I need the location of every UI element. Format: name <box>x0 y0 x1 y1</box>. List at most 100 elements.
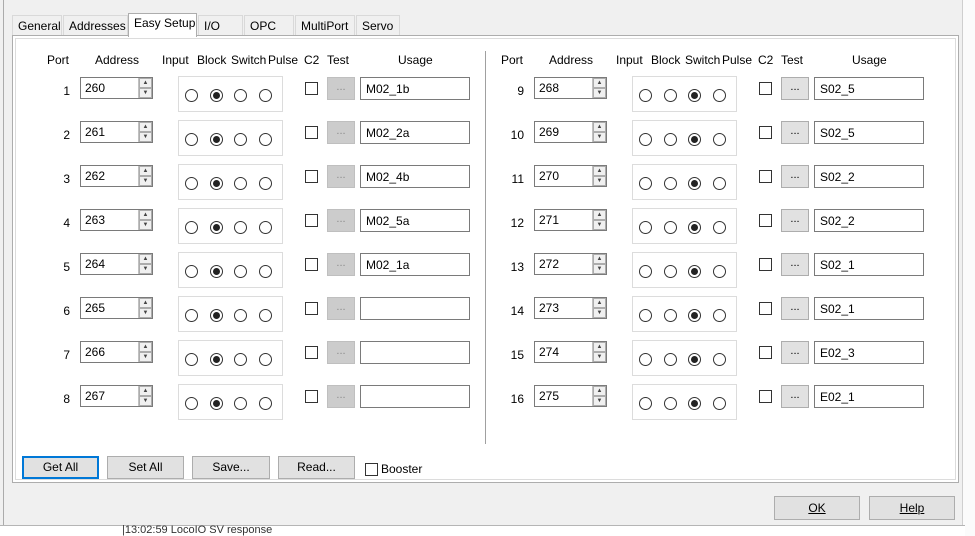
spin-down-icon[interactable]: ▼ <box>139 88 152 98</box>
radio-switch[interactable] <box>688 221 701 234</box>
tab-io[interactable]: I/O <box>198 15 243 36</box>
radio-input[interactable] <box>639 177 652 190</box>
radio-switch[interactable] <box>234 353 247 366</box>
test-button[interactable]: ... <box>327 209 355 232</box>
address-spinner[interactable]: 273 ▲ ▼ <box>534 297 607 319</box>
test-button[interactable]: ... <box>327 341 355 364</box>
radio-pulse[interactable] <box>713 397 726 410</box>
spin-up-icon[interactable]: ▲ <box>593 254 606 264</box>
address-spinner[interactable]: 264 ▲ ▼ <box>80 253 153 275</box>
spin-up-icon[interactable]: ▲ <box>139 386 152 396</box>
spin-up-icon[interactable]: ▲ <box>593 210 606 220</box>
radio-block[interactable] <box>664 397 677 410</box>
usage-field[interactable]: S02_5 <box>814 77 924 100</box>
tab-servo[interactable]: Servo <box>356 15 400 36</box>
address-spinner[interactable]: 274 ▲ ▼ <box>534 341 607 363</box>
usage-field[interactable]: S02_1 <box>814 253 924 276</box>
radio-switch[interactable] <box>688 89 701 102</box>
radio-switch[interactable] <box>688 177 701 190</box>
address-spinner[interactable]: 263 ▲ ▼ <box>80 209 153 231</box>
radio-switch[interactable] <box>234 133 247 146</box>
tab-addresses[interactable]: Addresses <box>63 15 128 36</box>
radio-input[interactable] <box>639 265 652 278</box>
c2-checkbox[interactable] <box>305 302 318 315</box>
spin-up-icon[interactable]: ▲ <box>139 254 152 264</box>
c2-checkbox[interactable] <box>305 214 318 227</box>
usage-field[interactable]: E02_3 <box>814 341 924 364</box>
address-spinner[interactable]: 265 ▲ ▼ <box>80 297 153 319</box>
usage-field[interactable]: S02_1 <box>814 297 924 320</box>
spin-down-icon[interactable]: ▼ <box>593 308 606 318</box>
spin-up-icon[interactable]: ▲ <box>139 166 152 176</box>
radio-input[interactable] <box>639 221 652 234</box>
tab-opc[interactable]: OPC <box>244 15 294 36</box>
spin-down-icon[interactable]: ▼ <box>139 176 152 186</box>
get-all-button[interactable]: Get All <box>22 456 99 479</box>
c2-checkbox[interactable] <box>759 346 772 359</box>
c2-checkbox[interactable] <box>759 170 772 183</box>
usage-field[interactable]: M02_1a <box>360 253 470 276</box>
c2-checkbox[interactable] <box>305 82 318 95</box>
radio-switch[interactable] <box>234 309 247 322</box>
radio-switch[interactable] <box>688 309 701 322</box>
spin-up-icon[interactable]: ▲ <box>593 298 606 308</box>
tab-multiport[interactable]: MultiPort <box>295 15 355 36</box>
radio-input[interactable] <box>639 397 652 410</box>
address-spinner[interactable]: 271 ▲ ▼ <box>534 209 607 231</box>
c2-checkbox[interactable] <box>759 82 772 95</box>
spin-up-icon[interactable]: ▲ <box>593 342 606 352</box>
address-spinner[interactable]: 262 ▲ ▼ <box>80 165 153 187</box>
spin-up-icon[interactable]: ▲ <box>139 298 152 308</box>
radio-input[interactable] <box>185 177 198 190</box>
tab-general[interactable]: General <box>12 15 62 36</box>
radio-input[interactable] <box>185 133 198 146</box>
c2-checkbox[interactable] <box>759 258 772 271</box>
usage-field[interactable] <box>360 297 470 320</box>
radio-pulse[interactable] <box>713 133 726 146</box>
radio-block[interactable] <box>664 221 677 234</box>
spin-up-icon[interactable]: ▲ <box>593 78 606 88</box>
usage-field[interactable] <box>360 341 470 364</box>
address-spinner[interactable]: 261 ▲ ▼ <box>80 121 153 143</box>
address-spinner[interactable]: 268 ▲ ▼ <box>534 77 607 99</box>
radio-pulse[interactable] <box>713 265 726 278</box>
read-button[interactable]: Read... <box>278 456 355 479</box>
test-button[interactable]: ... <box>781 385 809 408</box>
spin-up-icon[interactable]: ▲ <box>139 122 152 132</box>
usage-field[interactable]: M02_1b <box>360 77 470 100</box>
radio-input[interactable] <box>185 397 198 410</box>
radio-block[interactable] <box>664 89 677 102</box>
spin-down-icon[interactable]: ▼ <box>593 88 606 98</box>
radio-pulse[interactable] <box>259 177 272 190</box>
test-button[interactable]: ... <box>781 297 809 320</box>
booster-checkbox[interactable] <box>365 463 378 476</box>
radio-input[interactable] <box>185 309 198 322</box>
radio-switch[interactable] <box>234 397 247 410</box>
radio-switch[interactable] <box>234 221 247 234</box>
test-button[interactable]: ... <box>781 209 809 232</box>
c2-checkbox[interactable] <box>305 126 318 139</box>
ok-button[interactable]: OK <box>774 496 860 520</box>
radio-switch[interactable] <box>688 353 701 366</box>
radio-pulse[interactable] <box>259 265 272 278</box>
usage-field[interactable]: M02_4b <box>360 165 470 188</box>
address-spinner[interactable]: 260 ▲ ▼ <box>80 77 153 99</box>
address-spinner[interactable]: 266 ▲ ▼ <box>80 341 153 363</box>
c2-checkbox[interactable] <box>759 126 772 139</box>
test-button[interactable]: ... <box>327 165 355 188</box>
radio-pulse[interactable] <box>713 309 726 322</box>
radio-switch[interactable] <box>688 397 701 410</box>
spin-down-icon[interactable]: ▼ <box>593 264 606 274</box>
usage-field[interactable]: M02_2a <box>360 121 470 144</box>
address-spinner[interactable]: 272 ▲ ▼ <box>534 253 607 275</box>
address-spinner[interactable]: 267 ▲ ▼ <box>80 385 153 407</box>
test-button[interactable]: ... <box>327 297 355 320</box>
radio-pulse[interactable] <box>259 221 272 234</box>
c2-checkbox[interactable] <box>759 214 772 227</box>
set-all-button[interactable]: Set All <box>107 456 184 479</box>
spin-down-icon[interactable]: ▼ <box>593 220 606 230</box>
help-button[interactable]: Help <box>869 496 955 520</box>
radio-input[interactable] <box>639 353 652 366</box>
spin-up-icon[interactable]: ▲ <box>593 386 606 396</box>
test-button[interactable]: ... <box>327 253 355 276</box>
